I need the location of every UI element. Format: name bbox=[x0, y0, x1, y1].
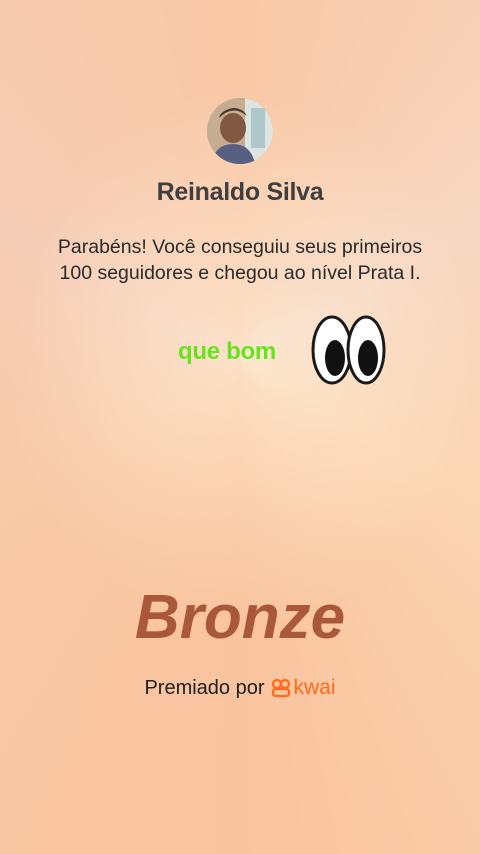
user-name: Reinaldo Silva bbox=[156, 178, 324, 206]
kwai-logo-icon bbox=[271, 678, 290, 698]
brand-name: kwai bbox=[293, 676, 336, 699]
awarded-by-label: Premiado por bbox=[144, 676, 265, 699]
congratulation-message: Parabéns! Você conseguiu seus primeiros … bbox=[57, 236, 423, 284]
level-name: Bronze bbox=[134, 583, 346, 652]
sticker-text: que bom bbox=[178, 338, 276, 365]
avatar bbox=[207, 98, 273, 164]
awarded-by-row: Premiado por kwai bbox=[0, 676, 480, 700]
eyes-emoji-icon bbox=[310, 314, 386, 386]
